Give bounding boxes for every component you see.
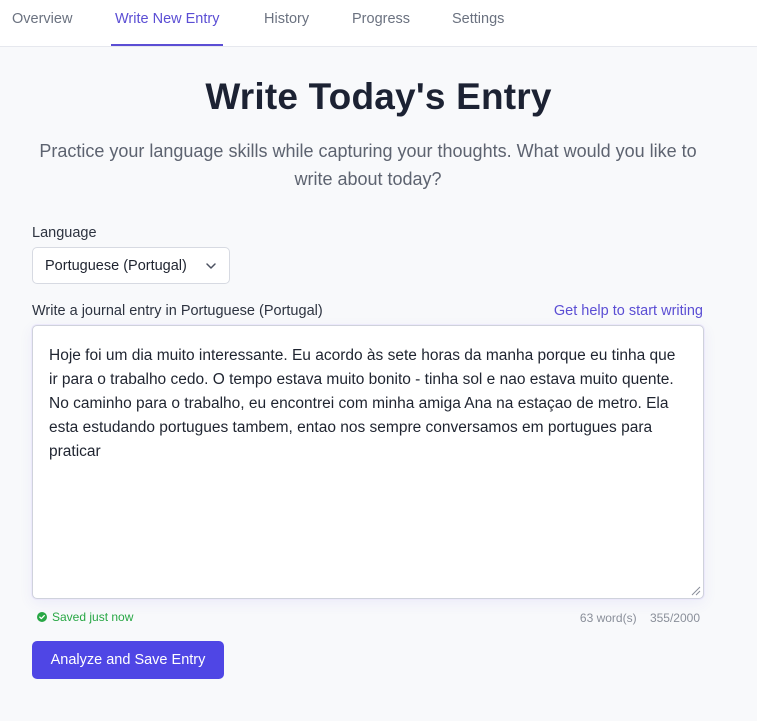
- tab-overview[interactable]: Overview: [12, 0, 72, 46]
- journal-entry-textarea[interactable]: Hoje foi um dia muito interessante. Eu a…: [32, 325, 704, 599]
- top-navigation: Overview Write New Entry History Progres…: [0, 0, 757, 47]
- character-count: 355/2000: [649, 611, 700, 625]
- tab-history[interactable]: History: [264, 0, 309, 46]
- entry-counts: 63 word(s) 355/2000: [570, 611, 700, 625]
- save-status: Saved just now: [37, 610, 133, 624]
- page-subtitle: Practice your language skills while capt…: [39, 141, 697, 189]
- page-title: Write Today's Entry: [205, 76, 552, 117]
- word-count: 63 word(s): [579, 611, 637, 625]
- tab-write-new-entry[interactable]: Write New Entry: [110, 0, 224, 46]
- check-circle-icon: [37, 612, 47, 622]
- language-select-value: Portuguese (Portugal): [45, 258, 187, 274]
- get-help-link[interactable]: Get help to start writing: [554, 303, 703, 319]
- tab-progress[interactable]: Progress: [352, 0, 410, 46]
- tab-settings[interactable]: Settings: [452, 0, 504, 46]
- language-label: Language: [32, 225, 97, 241]
- chevron-down-icon: [206, 263, 216, 269]
- save-status-text: Saved just now: [52, 610, 134, 624]
- resize-handle-icon[interactable]: [689, 584, 701, 596]
- entry-label: Write a journal entry in Portuguese (Por…: [32, 303, 323, 319]
- language-select[interactable]: Portuguese (Portugal): [32, 247, 230, 284]
- analyze-save-button[interactable]: Analyze and Save Entry: [32, 641, 224, 679]
